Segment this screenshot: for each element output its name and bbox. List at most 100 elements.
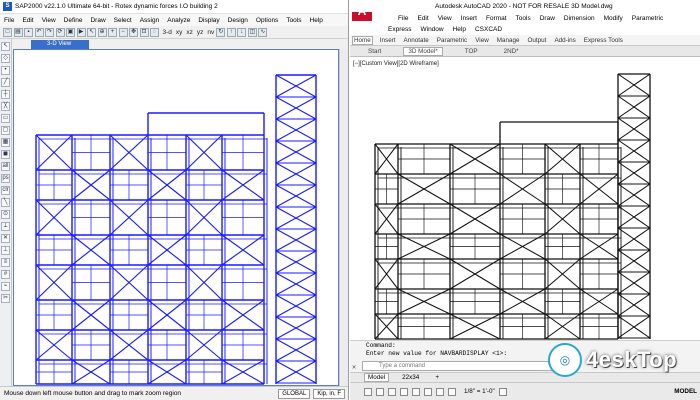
draw-brace-icon[interactable]: ╳ bbox=[1, 102, 10, 111]
snap-toggle-icon[interactable] bbox=[376, 387, 384, 396]
view-xy-button[interactable]: xy bbox=[176, 29, 183, 36]
save-icon[interactable]: ▪ bbox=[24, 27, 33, 37]
acad-menu-help[interactable]: Help bbox=[453, 26, 466, 33]
command-input[interactable]: Type a command bbox=[362, 361, 572, 371]
rotate-icon[interactable]: ↻ bbox=[216, 27, 226, 37]
pointer-icon[interactable]: ↖ bbox=[87, 27, 96, 37]
ribbon-tab-parametric[interactable]: Parametric bbox=[436, 37, 468, 44]
acad-menu-draw[interactable]: Draw bbox=[540, 15, 555, 22]
refresh-icon[interactable]: ⟳ bbox=[55, 27, 65, 37]
acad-menu-view[interactable]: View bbox=[438, 15, 452, 22]
viewport-controls[interactable]: [−][Custom View][2D Wireframe] bbox=[353, 61, 439, 67]
draw-frame-icon[interactable]: ╱ bbox=[1, 78, 10, 87]
file-tab-top[interactable]: TOP bbox=[461, 48, 482, 55]
sap-menu-design[interactable]: Design bbox=[228, 17, 248, 24]
reshape-icon[interactable]: ◇ bbox=[1, 54, 10, 63]
snap-perpendicular-icon[interactable]: ⊥ bbox=[1, 246, 10, 255]
run-analysis-icon[interactable]: ▶ bbox=[76, 27, 86, 37]
tab-3d-view[interactable]: 3-D View bbox=[31, 40, 89, 49]
zoom-previous-icon[interactable]: ◌ bbox=[150, 27, 159, 37]
ribbon-tab-addins[interactable]: Add-ins bbox=[553, 37, 576, 44]
acad-drawing-area[interactable] bbox=[350, 59, 700, 340]
snap-lines-icon[interactable]: ≡ bbox=[1, 258, 10, 267]
acad-menu-insert[interactable]: Insert bbox=[461, 15, 477, 22]
sap-menu-define[interactable]: Define bbox=[64, 17, 83, 24]
intersect-icon[interactable]: ╲ bbox=[1, 198, 10, 207]
sap-menu-view[interactable]: View bbox=[42, 17, 56, 24]
acad-menu-file[interactable]: File bbox=[398, 15, 408, 22]
sap-menu-assign[interactable]: Assign bbox=[140, 17, 160, 24]
acad-menu-edit[interactable]: Edit bbox=[417, 15, 428, 22]
sap-menu-file[interactable]: File bbox=[4, 17, 14, 24]
select-all-icon[interactable]: all bbox=[1, 162, 10, 171]
section-cut-icon[interactable]: ✂ bbox=[1, 294, 10, 303]
down-icon[interactable]: ↓ bbox=[237, 27, 247, 37]
sap-menu-draw[interactable]: Draw bbox=[90, 17, 105, 24]
redo-icon[interactable]: ↷ bbox=[45, 27, 54, 37]
snap-intersection-icon[interactable]: ✕ bbox=[1, 234, 10, 243]
polar-toggle-icon[interactable] bbox=[400, 387, 408, 396]
snap-ends-icon[interactable]: ⟂ bbox=[1, 222, 10, 231]
ribbon-tab-output[interactable]: Output bbox=[527, 37, 548, 44]
view-nv-button[interactable]: nv bbox=[207, 29, 214, 36]
sap-vertical-scrollbar[interactable] bbox=[339, 49, 348, 386]
ribbon-tab-insert[interactable]: Insert bbox=[379, 37, 397, 44]
view-xz-button[interactable]: xz bbox=[186, 29, 193, 36]
file-tab-3d-model[interactable]: 3D Model* bbox=[403, 46, 443, 56]
sap-3d-viewport[interactable] bbox=[13, 49, 339, 386]
add-layout-icon[interactable]: + bbox=[432, 374, 442, 381]
quick-frame-icon[interactable]: ┼ bbox=[1, 90, 10, 99]
quick-area-icon[interactable]: ▦ bbox=[1, 138, 10, 147]
draw-solid-icon[interactable]: ◼ bbox=[1, 150, 10, 159]
acad-menu-tools[interactable]: Tools bbox=[516, 15, 531, 22]
units-dropdown[interactable]: Kip, in, F bbox=[313, 388, 345, 399]
acad-menu-express[interactable]: Express bbox=[388, 26, 411, 33]
ribbon-tab-annotate[interactable]: Annotate bbox=[403, 37, 430, 44]
view-3d-button[interactable]: 3-d bbox=[163, 29, 172, 36]
ortho-toggle-icon[interactable] bbox=[388, 387, 396, 396]
model-space-indicator[interactable]: MODEL bbox=[674, 388, 697, 395]
draw-joint-icon[interactable]: • bbox=[1, 66, 10, 75]
select-previous-icon[interactable]: ps bbox=[1, 174, 10, 183]
osnap-toggle-icon[interactable] bbox=[412, 387, 420, 396]
view-yz-button[interactable]: yz bbox=[197, 29, 204, 36]
close-command-icon[interactable]: ✕ bbox=[352, 363, 356, 372]
lock-icon[interactable]: ▣ bbox=[66, 27, 75, 37]
display-options-icon[interactable]: ◫ bbox=[247, 27, 257, 37]
ribbon-tab-view[interactable]: View bbox=[474, 37, 490, 44]
ribbon-tab-express-tools[interactable]: Express Tools bbox=[583, 37, 624, 44]
up-icon[interactable]: ↑ bbox=[226, 27, 236, 37]
sap-menu-help[interactable]: Help bbox=[310, 17, 323, 24]
open-folder-icon[interactable]: ▤ bbox=[13, 27, 23, 37]
acad-menu-modify[interactable]: Modify bbox=[604, 15, 623, 22]
grid-toggle-icon[interactable] bbox=[364, 387, 372, 396]
acad-menu-csxcad[interactable]: CSXCAD bbox=[475, 26, 502, 33]
ribbon-tab-home[interactable]: Home bbox=[352, 35, 373, 45]
layout-tab-model[interactable]: Model bbox=[364, 373, 390, 382]
quick-draw-icon[interactable]: ⌁ bbox=[1, 282, 10, 291]
draw-rect-area-icon[interactable]: ▢ bbox=[1, 126, 10, 135]
zoom-out-icon[interactable]: − bbox=[118, 27, 128, 37]
file-tab-start[interactable]: Start bbox=[364, 48, 385, 55]
pointer-icon[interactable]: ↖ bbox=[1, 42, 10, 51]
snap-fine-grid-icon[interactable]: # bbox=[1, 270, 10, 279]
new-file-icon[interactable]: □ bbox=[3, 27, 12, 37]
deformed-shape-icon[interactable]: ∿ bbox=[258, 27, 268, 37]
pan-icon[interactable]: ✥ bbox=[129, 27, 138, 37]
workspace-gear-icon[interactable] bbox=[498, 387, 507, 396]
draw-area-icon[interactable]: ▭ bbox=[1, 114, 10, 123]
ribbon-tab-manage[interactable]: Manage bbox=[496, 37, 521, 44]
file-tab-2nd[interactable]: 2ND* bbox=[500, 48, 523, 55]
sap-menu-options[interactable]: Options bbox=[256, 17, 278, 24]
acad-menu-window[interactable]: Window bbox=[420, 26, 443, 33]
acad-menu-format[interactable]: Format bbox=[486, 15, 507, 22]
zoom-window-icon[interactable]: ⊕ bbox=[97, 27, 107, 37]
lineweight-toggle-icon[interactable] bbox=[424, 387, 432, 396]
zoom-in-icon[interactable]: + bbox=[108, 27, 117, 37]
acad-menu-parametric[interactable]: Parametric bbox=[632, 15, 663, 22]
annotation-scale[interactable]: 1/8" = 1'-0" bbox=[464, 388, 495, 395]
acad-menu-dimension[interactable]: Dimension bbox=[564, 15, 595, 22]
sap-menu-analyze[interactable]: Analyze bbox=[167, 17, 190, 24]
undo-icon[interactable]: ↶ bbox=[34, 27, 44, 37]
snap-points-icon[interactable]: ⊙ bbox=[1, 210, 10, 219]
